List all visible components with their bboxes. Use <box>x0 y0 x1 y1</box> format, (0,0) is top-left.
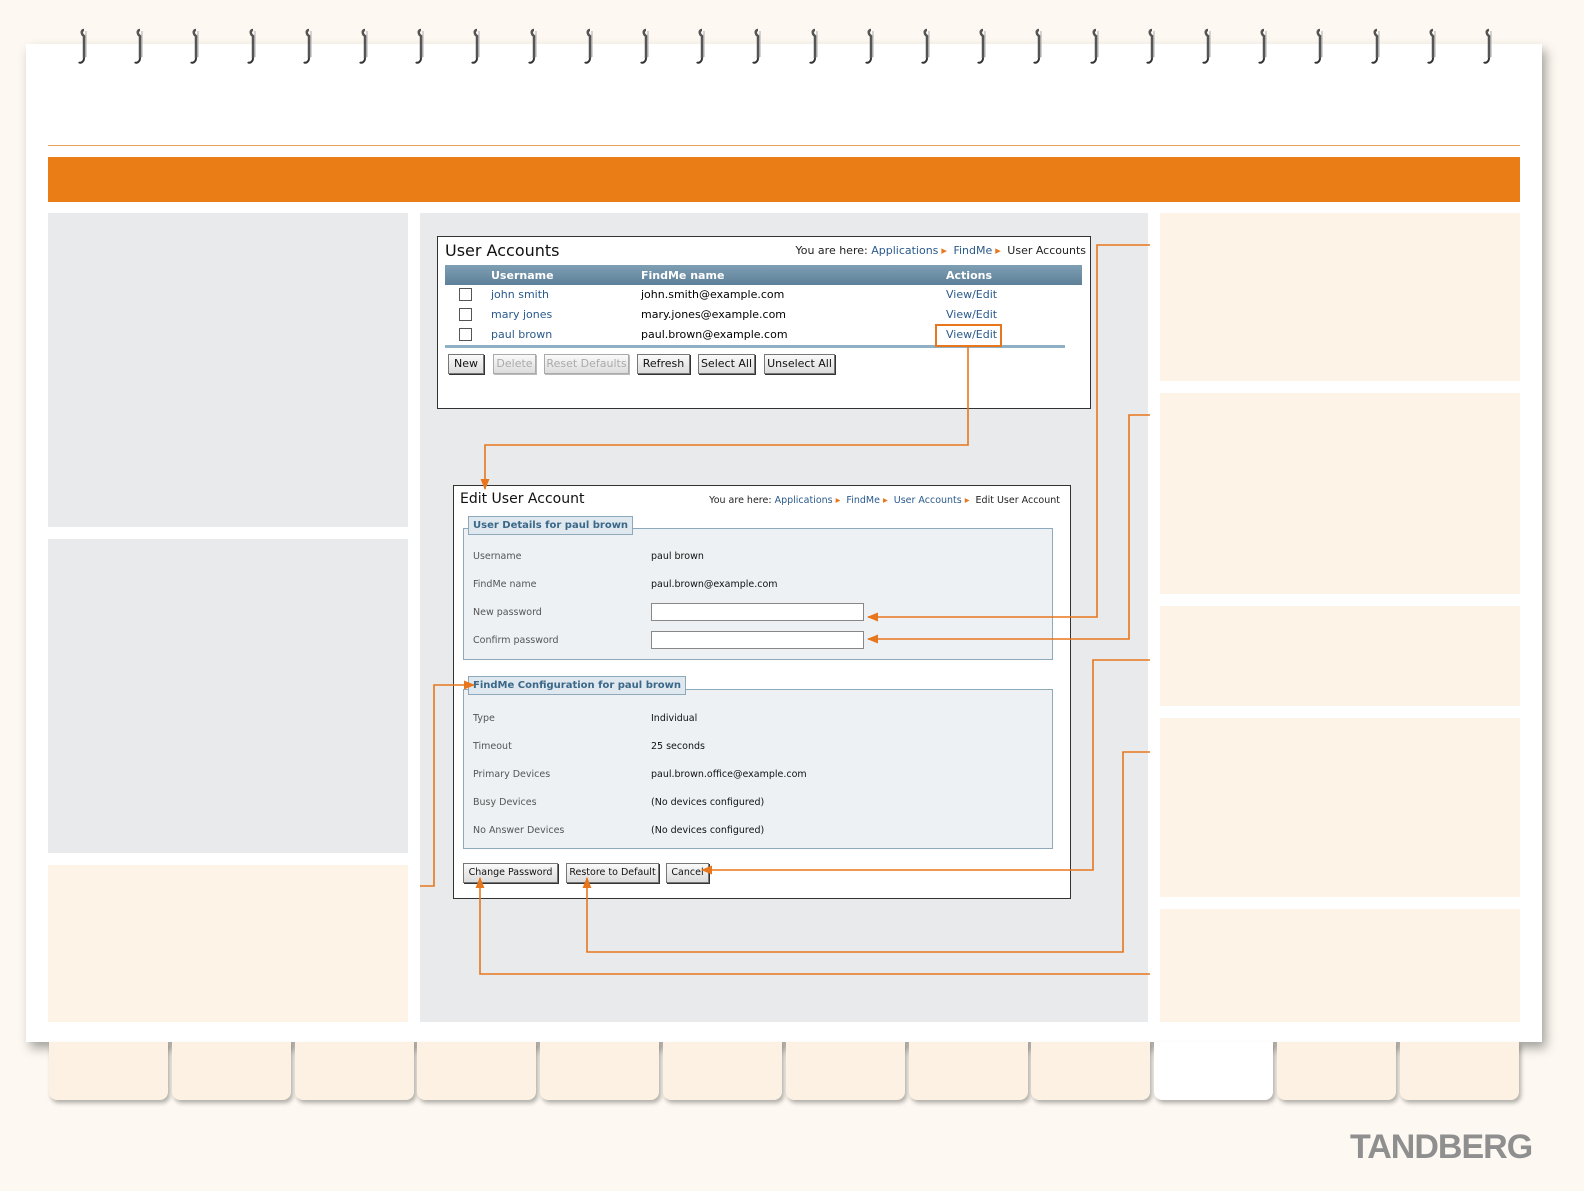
section-tab[interactable] <box>417 1042 537 1100</box>
view-edit-highlight <box>935 324 1002 347</box>
arrow-change-password <box>475 876 1150 975</box>
section-tab[interactable] <box>1154 1042 1274 1100</box>
section-tab[interactable] <box>663 1042 782 1100</box>
section-tab[interactable] <box>294 1042 414 1100</box>
section-tab[interactable] <box>540 1042 660 1100</box>
section-tab[interactable] <box>49 1042 168 1100</box>
section-tab[interactable] <box>785 1042 905 1100</box>
arrow-cancel <box>700 659 1150 875</box>
arrow-restore-default <box>582 751 1150 953</box>
arrow-new-password <box>866 244 1150 622</box>
callout-arrows <box>420 244 1150 975</box>
section-tab[interactable] <box>1031 1042 1151 1100</box>
section-tab[interactable] <box>908 1042 1028 1100</box>
arrow-confirm-password <box>866 414 1150 644</box>
section-tab[interactable] <box>171 1042 291 1100</box>
tandberg-logo: TANDBERG <box>1350 1128 1533 1166</box>
arrow-view-edit-to-form <box>480 346 969 491</box>
section-tab[interactable] <box>1399 1042 1519 1100</box>
arrow-findme-config <box>420 680 476 887</box>
section-tab[interactable] <box>1277 1042 1396 1100</box>
